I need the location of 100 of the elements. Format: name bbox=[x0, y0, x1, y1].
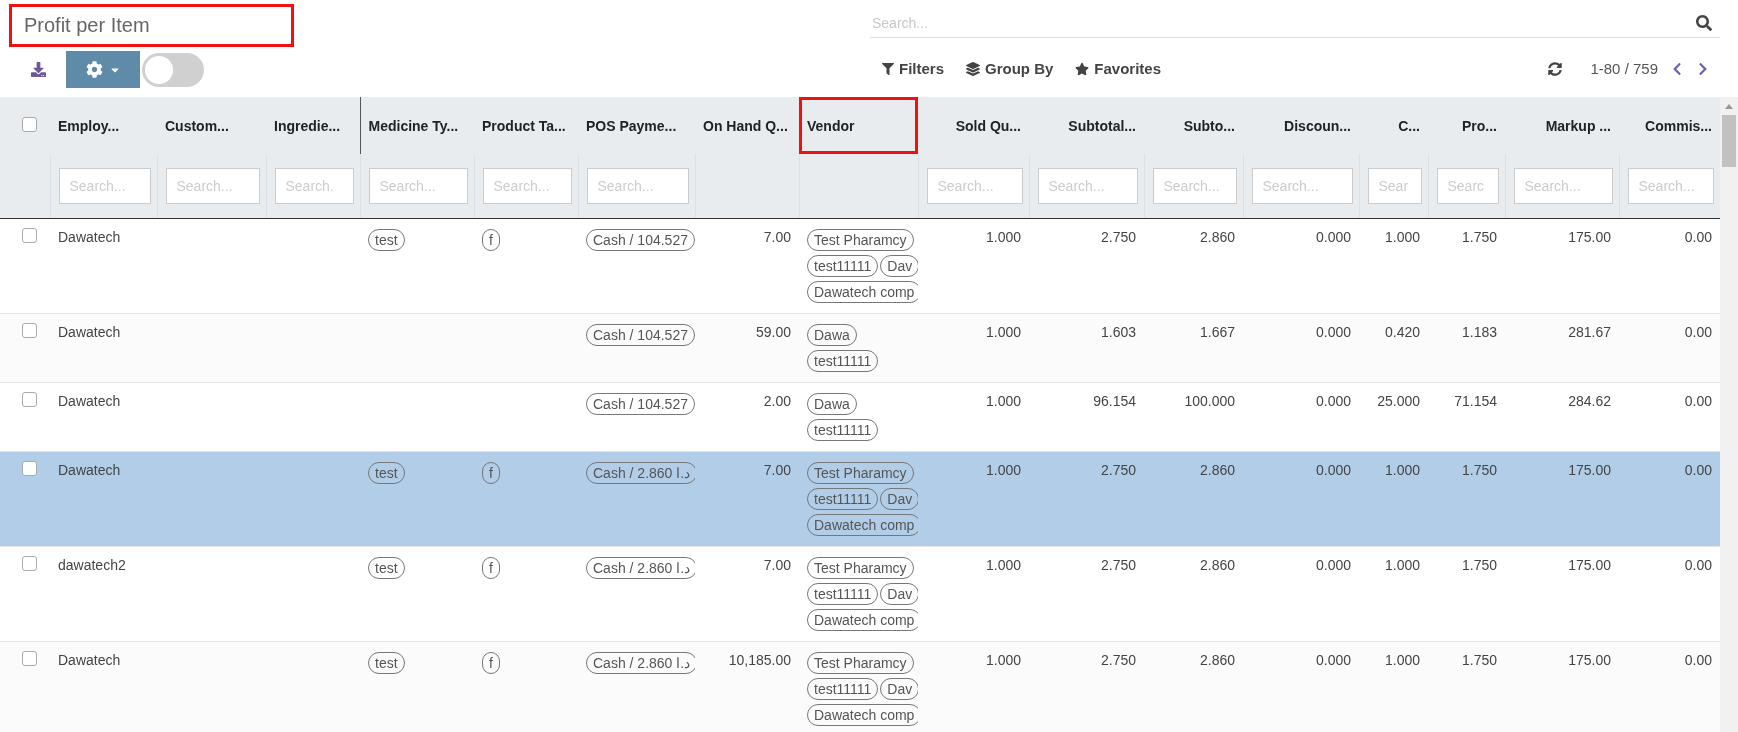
layers-icon bbox=[966, 61, 980, 76]
table-cell-number: 2.750 bbox=[1100, 228, 1136, 245]
column-header[interactable]: Employ... bbox=[50, 97, 157, 154]
filter-menu-button[interactable]: Favorites bbox=[1075, 60, 1162, 77]
table-cell-number: 0.00 bbox=[1684, 323, 1712, 340]
table-cell-number: 281.67 bbox=[1568, 323, 1611, 340]
column-header[interactable]: Markup ... bbox=[1505, 97, 1619, 154]
column-header[interactable]: POS Payme... bbox=[578, 97, 695, 154]
column-header[interactable]: Subtotal... bbox=[1029, 97, 1144, 154]
table-cell-number: 1.183 bbox=[1461, 323, 1497, 340]
table-cell-number: 0.00 bbox=[1684, 651, 1712, 668]
filter-icon bbox=[882, 62, 894, 75]
column-header[interactable]: Vendor bbox=[799, 97, 918, 154]
table-cell-number: 0.000 bbox=[1315, 461, 1351, 478]
filter-menu-button[interactable]: Group By bbox=[966, 60, 1054, 77]
table-cell-number: 2.00 bbox=[763, 392, 791, 409]
table-cell-text: Dawatech bbox=[58, 461, 121, 478]
table-cell-number: 175.00 bbox=[1568, 461, 1611, 478]
column-header[interactable]: Medicine Ty... bbox=[360, 97, 474, 154]
row-checkbox[interactable] bbox=[22, 391, 37, 407]
table-cell-number: 0.00 bbox=[1684, 228, 1712, 245]
download-icon[interactable] bbox=[31, 62, 46, 77]
column-header[interactable]: Subto... bbox=[1144, 97, 1243, 154]
table-cell-number: 0.00 bbox=[1684, 461, 1712, 478]
table-cell-number: 0.000 bbox=[1315, 556, 1351, 573]
column-header[interactable]: Ingredie... bbox=[266, 97, 360, 154]
table-cell-number: 1.750 bbox=[1461, 556, 1497, 573]
table-cell-number: 0.000 bbox=[1315, 651, 1351, 668]
row-checkbox[interactable] bbox=[22, 460, 37, 476]
table-cell-number: 71.154 bbox=[1454, 392, 1497, 409]
table-cell-text: Dawatech bbox=[58, 228, 121, 245]
table-cell-number: 175.00 bbox=[1568, 228, 1611, 245]
table-cell-number: 1.000 bbox=[1384, 461, 1420, 478]
toggle-switch[interactable] bbox=[142, 52, 204, 87]
column-header[interactable]: Sold Qu... bbox=[918, 97, 1029, 154]
table-cell-number: 7.00 bbox=[763, 228, 791, 245]
gear-icon bbox=[85, 61, 103, 78]
table-cell-number: 284.62 bbox=[1568, 392, 1611, 409]
table-cell-number: 1.000 bbox=[1384, 228, 1420, 245]
table-cell-number: 10,185.00 bbox=[728, 651, 791, 668]
table-cell-number: 1.000 bbox=[985, 651, 1021, 668]
table-cell-number: 7.00 bbox=[763, 556, 791, 573]
table-cell-number: 2.750 bbox=[1100, 556, 1136, 573]
table-cell-text: Dawatech bbox=[58, 392, 121, 409]
table-cell-number: 1.667 bbox=[1199, 323, 1235, 340]
row-checkbox[interactable] bbox=[22, 650, 37, 666]
table-cell-number: 1.000 bbox=[985, 228, 1021, 245]
column-header[interactable]: Discoun... bbox=[1243, 97, 1359, 154]
table-cell-number: 1.000 bbox=[1384, 556, 1420, 573]
table-cell-number: 2.860 bbox=[1199, 461, 1235, 478]
table-cell-number: 0.00 bbox=[1684, 392, 1712, 409]
table-cell-number: 0.420 bbox=[1384, 323, 1420, 340]
star-icon bbox=[1075, 61, 1090, 76]
table-row[interactable]: Dawatech test f Cash / 104.527 7.00 Test Pharamcy test11111 Dav Dawatech comp 1.000 2.750 2.860 0.000 1.000 1.750 175.00 0.00 bbox=[0, 218, 1720, 313]
table-cell-number: 2.860 bbox=[1199, 228, 1235, 245]
table-cell-number: 96.154 bbox=[1093, 392, 1136, 409]
column-header[interactable]: C... bbox=[1359, 97, 1428, 154]
row-checkbox[interactable] bbox=[22, 227, 37, 243]
column-header[interactable]: Custom... bbox=[157, 97, 266, 154]
column-header[interactable]: Pro... bbox=[1428, 97, 1505, 154]
table-cell-text: dawatech2 bbox=[58, 556, 126, 573]
table-cell-number: 1.000 bbox=[985, 323, 1021, 340]
table-cell-number: 1.750 bbox=[1461, 651, 1497, 668]
row-checkbox[interactable] bbox=[22, 555, 37, 571]
table-cell-number: 175.00 bbox=[1568, 651, 1611, 668]
table-cell-number: 175.00 bbox=[1568, 556, 1611, 573]
table-cell-number: 2.750 bbox=[1100, 461, 1136, 478]
table-cell-number: 2.860 bbox=[1199, 556, 1235, 573]
settings-dropdown-button[interactable] bbox=[66, 51, 140, 88]
column-header[interactable]: Product Ta... bbox=[474, 97, 578, 154]
table-cell-number: 0.00 bbox=[1684, 556, 1712, 573]
table-cell-number: 2.750 bbox=[1100, 651, 1136, 668]
table-cell-number: 1.000 bbox=[1384, 651, 1420, 668]
search-icon[interactable] bbox=[1696, 14, 1712, 31]
table-cell-number: 0.000 bbox=[1315, 323, 1351, 340]
table-cell-number: 2.860 bbox=[1199, 651, 1235, 668]
table-cell-text: Dawatech bbox=[58, 323, 121, 340]
table-cell-number: 7.00 bbox=[763, 461, 791, 478]
table-cell-number: 1.000 bbox=[985, 556, 1021, 573]
select-all-checkbox[interactable] bbox=[22, 116, 37, 132]
filter-menu-button[interactable]: Filters bbox=[882, 60, 944, 77]
column-header[interactable]: Commis... bbox=[1619, 97, 1720, 154]
table-cell-number: 1.750 bbox=[1461, 228, 1497, 245]
table-row[interactable]: Dawatech Cash / 104.527 59.00 Dawa test11111 1.000 1.603 1.667 0.000 0.420 1.183 281.67 0.00 bbox=[0, 313, 1720, 382]
table-cell-number: 1.603 bbox=[1100, 323, 1136, 340]
row-checkbox[interactable] bbox=[22, 322, 37, 338]
table-cell-number: 100.000 bbox=[1184, 392, 1235, 409]
table-cell-number: 0.000 bbox=[1315, 392, 1351, 409]
table-cell-number: 25.000 bbox=[1377, 392, 1420, 409]
table-cell-text: Dawatech bbox=[58, 651, 121, 668]
table-row[interactable]: Dawatech Cash / 104.527 2.00 Dawa test11111 1.000 96.154 100.000 0.000 25.000 71.154 284.62 0.00 bbox=[0, 382, 1720, 451]
page-title: Profit per Item bbox=[9, 4, 294, 47]
column-header[interactable]: On Hand Q... bbox=[695, 97, 799, 154]
table-cell-number: 0.000 bbox=[1315, 228, 1351, 245]
pager-text: 1-80 / 759 bbox=[1590, 60, 1658, 77]
refresh-icon[interactable] bbox=[1548, 61, 1563, 76]
table-cell-number: 1.000 bbox=[985, 461, 1021, 478]
scrollbar[interactable] bbox=[1720, 97, 1738, 732]
table-cell-number: 1.000 bbox=[985, 392, 1021, 409]
table-cell-number: 1.750 bbox=[1461, 461, 1497, 478]
